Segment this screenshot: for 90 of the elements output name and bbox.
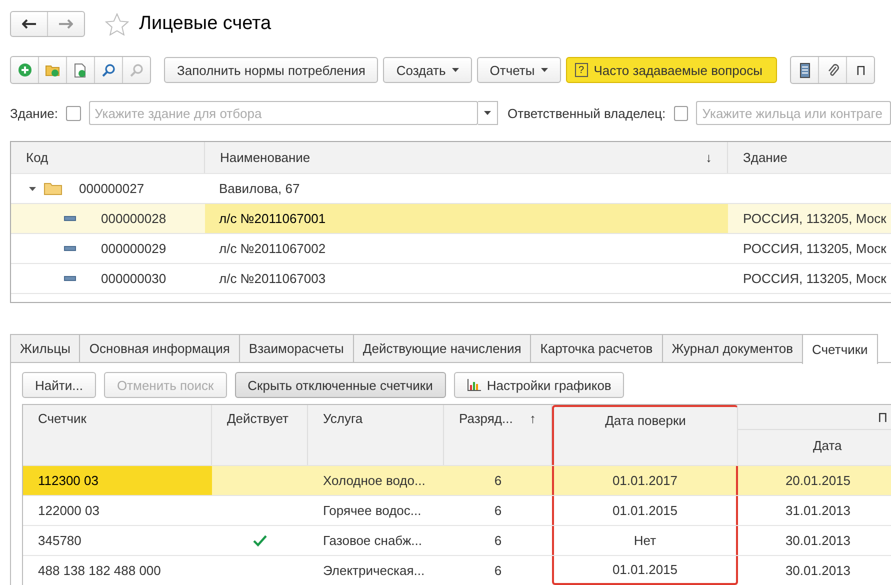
table-cell-text: Вавилова, 67 (218, 180, 301, 198)
caret-icon (452, 68, 459, 72)
table-cell-text: 6 (493, 502, 503, 520)
tab[interactable]: Карточка расчетов (530, 334, 663, 362)
search-icon[interactable] (101, 62, 116, 78)
paperclip-icon[interactable] (826, 62, 839, 78)
filter-label: Ответственный владелец: (508, 106, 666, 120)
filter-checkbox[interactable] (66, 106, 81, 120)
table-row[interactable]: 000000029 л/с №2011067002 РОССИЯ, 113205, Моск (11, 234, 891, 264)
table-cell-text: РОССИЯ, 113205, Моск (742, 210, 888, 228)
table-cell: 000000027 (79, 181, 144, 196)
table-cell-text: 6 (493, 532, 503, 550)
column-header[interactable]: Разряд... ↑ (444, 405, 552, 465)
table-cell: 01.01.2017 (552, 466, 738, 495)
table-cell: 01.01.2015 (552, 496, 738, 525)
table-cell: Нет (552, 526, 738, 555)
window-title: Лицевые счета (139, 13, 272, 35)
table-cell-text: Электрическая... (322, 562, 426, 580)
column-header[interactable]: Счетчик (23, 405, 212, 465)
toolbar-button[interactable]: Настройки графиков (454, 372, 624, 398)
filter-checkbox[interactable] (674, 106, 688, 120)
table-row[interactable]: 122000 03 Горячее водос... 6 01.01.2015 31.01.2013 (23, 496, 891, 526)
item-icon (64, 276, 76, 281)
fill-norms-button[interactable]: Заполнить нормы потребления (164, 57, 378, 83)
tab[interactable]: Жильцы (10, 334, 80, 362)
table-row[interactable]: 000000028 л/с №2011067001 РОССИЯ, 113205, Моск (11, 204, 891, 234)
table-cell: 000000030 (101, 271, 166, 286)
table-cell: 112300 03 (23, 466, 212, 495)
table-cell-text: 488 138 182 488 000 (37, 562, 162, 580)
faq-button[interactable]: ? Часто задаваемые вопросы (566, 57, 778, 83)
tab[interactable]: Счетчики (802, 334, 878, 364)
table-cell-text: 31.01.2013 (784, 502, 852, 520)
sort-indicator: ↓ (706, 150, 712, 165)
back-arrow-icon (22, 19, 36, 29)
document-add-icon[interactable] (73, 62, 88, 78)
table-row[interactable]: 000000030 л/с №2011067003 РОССИЯ, 113205, Моск (11, 264, 891, 294)
column-group-header: П (738, 405, 891, 430)
column-header[interactable]: Дата (738, 430, 891, 453)
table-cell-text: РОССИЯ, 113205, Моск (742, 240, 888, 258)
forward-arrow-icon (59, 19, 73, 29)
table-cell-text: 6 (493, 472, 503, 490)
table-cell-text: 345780 (37, 532, 82, 550)
menu-button[interactable]: Отчеты (476, 57, 561, 83)
table-cell-text: 30.01.2013 (784, 562, 852, 580)
column-header[interactable]: Здание (728, 142, 891, 173)
table-cell-text: Газовое снабж... (322, 532, 424, 550)
list-icon[interactable] (800, 62, 810, 78)
table-cell-text: РОССИЯ, 113205, Моск (742, 270, 888, 288)
table-row[interactable]: 112300 03 Холодное водо... 6 01.01.2017 20.01.2015 (23, 466, 891, 496)
table-cell: л/с №2011067001 (205, 204, 728, 233)
item-icon (64, 216, 76, 221)
table-cell-text: л/с №2011067002 (218, 240, 327, 258)
bar-chart-icon (466, 379, 481, 391)
caret-icon (484, 111, 490, 115)
filter-field[interactable]: Укажите здание для отбора (88, 101, 478, 125)
toolbar-button[interactable]: Скрыть отключенные счетчики (234, 372, 446, 398)
dropdown-button[interactable] (478, 101, 498, 125)
tab[interactable]: Действующие начисления (352, 334, 532, 362)
table-cell-text: л/с №2011067003 (218, 270, 327, 288)
table-cell: 000000029 (101, 241, 166, 256)
tab[interactable]: Взаиморасчеты (238, 334, 354, 362)
caret-icon (540, 68, 548, 72)
table-cell-text: Холодное водо... (322, 472, 426, 490)
item-icon (64, 246, 76, 251)
toolbar-button[interactable]: Найти... (22, 372, 96, 398)
question-icon: ? (574, 63, 588, 77)
table-cell-text: 6 (493, 562, 503, 580)
table-row[interactable]: 345780 Газовое снабж... 6 Нет 30.01.2013 (23, 526, 891, 556)
table-cell-text: 30.01.2013 (784, 532, 852, 550)
table-cell-text: Горячее водос... (322, 502, 422, 520)
column-header[interactable]: Код (11, 142, 205, 173)
filter-label: Здание: (10, 106, 58, 120)
sort-indicator: ↑ (530, 411, 536, 426)
folder-icon (44, 182, 62, 195)
tab[interactable]: Основная информация (79, 334, 240, 362)
folder-add-icon[interactable] (44, 63, 60, 77)
expand-arrow-icon[interactable] (29, 185, 36, 192)
column-header[interactable]: Действует (212, 405, 308, 465)
tab[interactable]: Журнал документов (662, 334, 804, 362)
table-cell: 01.01.2015 (552, 556, 738, 585)
add-icon[interactable] (18, 63, 32, 77)
column-header[interactable]: Услуга (308, 405, 444, 465)
table-cell-text: 122000 03 (37, 502, 100, 520)
table-cell: 000000028 (101, 211, 166, 226)
table-row[interactable]: 488 138 182 488 000 Электрическая... 6 01.01.2015 30.01.2013 (23, 556, 891, 585)
filter-field[interactable]: Укажите жильца или контраге (696, 101, 891, 125)
star-icon[interactable] (105, 12, 129, 36)
table-cell-text: 20.01.2015 (784, 472, 852, 490)
column-header[interactable]: Наименование ↓ (205, 142, 728, 173)
menu-button[interactable]: Создать (383, 57, 472, 83)
